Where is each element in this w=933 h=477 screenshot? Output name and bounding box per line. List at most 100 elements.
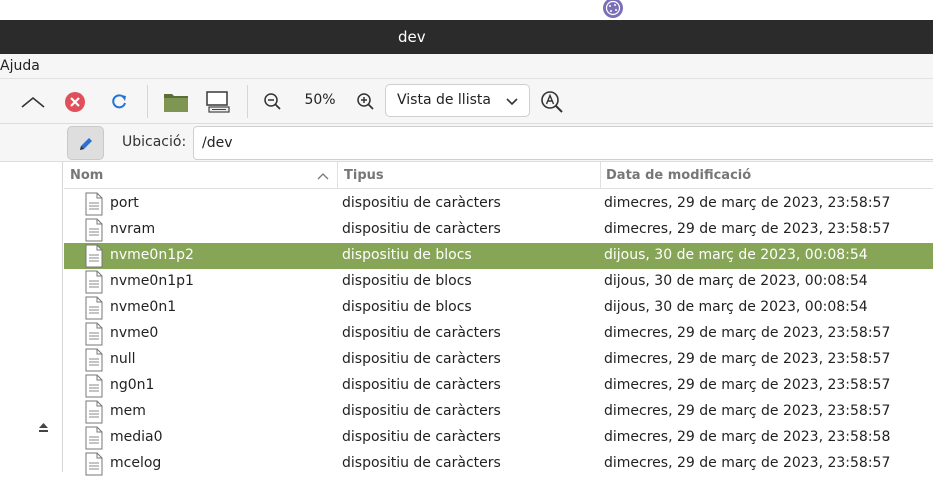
file-icon <box>85 244 103 268</box>
app-logo-icon <box>603 0 623 18</box>
zoom-level: 50% <box>304 92 336 108</box>
column-header-row: Nom Tipus Data de modificació <box>64 162 933 189</box>
desktop-top-bar <box>0 0 933 20</box>
edit-location-button[interactable] <box>67 126 104 160</box>
find-icon <box>541 90 563 113</box>
file-icon <box>85 270 103 294</box>
search-button[interactable] <box>539 79 565 124</box>
file-icon <box>85 374 103 398</box>
view-mode-value: Vista de llista <box>397 92 491 108</box>
file-name: nvme0n1p1 <box>110 273 194 289</box>
file-modified: dimecres, 29 de març de 2023, 23:58:57 <box>604 455 891 471</box>
toolbar-separator <box>247 85 248 118</box>
file-icon <box>85 426 103 450</box>
file-row[interactable]: nvme0n1p2 dispositiu de blocs dijous, 30 d… <box>64 243 933 269</box>
file-icon <box>85 192 103 216</box>
file-name: mcelog <box>110 455 162 471</box>
file-type: dispositiu de blocs <box>342 273 472 289</box>
zoom-out-icon <box>264 92 281 110</box>
file-modified: dimecres, 29 de març de 2023, 23:58:57 <box>604 325 891 341</box>
eject-icon[interactable] <box>38 422 49 433</box>
file-type: dispositiu de caràcters <box>342 377 501 393</box>
file-modified: dimecres, 29 de març de 2023, 23:58:57 <box>604 351 891 367</box>
file-row[interactable]: nvme0n1p1 dispositiu de blocs dijous, 30 d… <box>64 269 933 295</box>
file-modified: dimecres, 29 de març de 2023, 23:58:57 <box>604 195 891 211</box>
file-icon <box>85 400 103 424</box>
file-icon <box>85 322 103 346</box>
file-name: nvme0n1 <box>110 299 177 315</box>
file-type: dispositiu de caràcters <box>342 429 501 445</box>
file-row[interactable]: mcelog dispositiu de caràcters dimecres, 2… <box>64 451 933 477</box>
file-type: dispositiu de caràcters <box>342 221 501 237</box>
file-type: dispositiu de caràcters <box>342 455 501 471</box>
computer-icon <box>206 90 230 113</box>
file-name: mem <box>110 403 146 419</box>
file-icon <box>85 348 103 372</box>
file-icon <box>85 296 103 320</box>
column-header-modified[interactable]: Data de modificació <box>606 168 751 183</box>
computer-button[interactable] <box>203 79 233 124</box>
zoom-in-button[interactable] <box>353 79 379 124</box>
file-icon <box>85 218 103 242</box>
pencil-icon <box>80 138 92 150</box>
file-name: nvme0 <box>110 325 159 341</box>
file-modified: dijous, 30 de març de 2023, 00:08:54 <box>604 299 868 315</box>
file-row[interactable]: port dispositiu de caràcters dimecres, 29 … <box>64 191 933 217</box>
file-type: dispositiu de blocs <box>342 299 472 315</box>
open-folder-button[interactable] <box>161 79 191 124</box>
menu-item-help[interactable]: Ajuda <box>0 58 40 74</box>
window-title: dev <box>398 28 426 46</box>
file-modified: dijous, 30 de març de 2023, 00:08:54 <box>604 273 868 289</box>
zoom-out-button[interactable] <box>260 79 286 124</box>
sort-ascending-icon <box>317 173 329 180</box>
location-label: Ubicació: <box>122 134 187 150</box>
stop-icon <box>65 91 85 112</box>
file-modified: dimecres, 29 de març de 2023, 23:58:57 <box>604 221 891 237</box>
up-button[interactable] <box>18 79 48 124</box>
file-row[interactable]: null dispositiu de caràcters dimecres, 29 … <box>64 347 933 373</box>
location-input[interactable]: /dev <box>193 126 933 160</box>
location-path: /dev <box>202 135 233 151</box>
window-titlebar: dev <box>0 20 933 54</box>
stop-button[interactable] <box>62 79 88 124</box>
zoom-in-icon <box>357 92 374 110</box>
file-row[interactable]: ng0n1 dispositiu de caràcters dimecres, 29… <box>64 373 933 399</box>
column-divider[interactable] <box>600 162 601 189</box>
file-name: port <box>110 195 139 211</box>
reload-icon <box>112 93 126 108</box>
sidebar <box>0 162 63 472</box>
toolbar: 50% Vista de llista <box>0 79 933 124</box>
file-name: null <box>110 351 136 367</box>
file-name: nvme0n1p2 <box>110 247 194 263</box>
column-divider[interactable] <box>337 162 338 189</box>
file-row[interactable]: nvme0 dispositiu de caràcters dimecres, 29… <box>64 321 933 347</box>
file-type: dispositiu de caràcters <box>342 351 501 367</box>
location-bar: Ubicació: /dev <box>0 124 933 162</box>
toolbar-separator <box>147 85 148 118</box>
menu-bar: Ajuda <box>0 54 933 79</box>
file-type: dispositiu de caràcters <box>342 403 501 419</box>
file-type: dispositiu de caràcters <box>342 195 501 211</box>
file-name: media0 <box>110 429 163 445</box>
file-modified: dimecres, 29 de març de 2023, 23:58:57 <box>604 377 891 393</box>
file-row[interactable]: nvram dispositiu de caràcters dimecres, 29… <box>64 217 933 243</box>
file-modified: dimecres, 29 de març de 2023, 23:58:58 <box>604 429 891 445</box>
file-name: nvram <box>110 221 156 237</box>
column-header-name[interactable]: Nom <box>70 168 103 183</box>
file-type: dispositiu de blocs <box>342 247 472 263</box>
file-row[interactable]: media0 dispositiu de caràcters dimecres, 2… <box>64 425 933 451</box>
file-row[interactable]: mem dispositiu de caràcters dimecres, 29 d… <box>64 399 933 425</box>
file-name: ng0n1 <box>110 377 155 393</box>
file-modified: dimecres, 29 de març de 2023, 23:58:57 <box>604 403 891 419</box>
reload-button[interactable] <box>106 79 132 124</box>
chevron-down-icon <box>506 98 518 106</box>
file-modified: dijous, 30 de març de 2023, 00:08:54 <box>604 247 868 263</box>
file-icon <box>85 452 103 476</box>
column-header-type[interactable]: Tipus <box>344 168 384 183</box>
file-list: Nom Tipus Data de modificació port dispos… <box>64 162 933 476</box>
folder-icon <box>164 93 188 112</box>
chevron-up-icon <box>21 96 45 108</box>
view-mode-select[interactable]: Vista de llista <box>385 84 530 117</box>
file-row[interactable]: nvme0n1 dispositiu de blocs dijous, 30 de … <box>64 295 933 321</box>
file-type: dispositiu de caràcters <box>342 325 501 341</box>
